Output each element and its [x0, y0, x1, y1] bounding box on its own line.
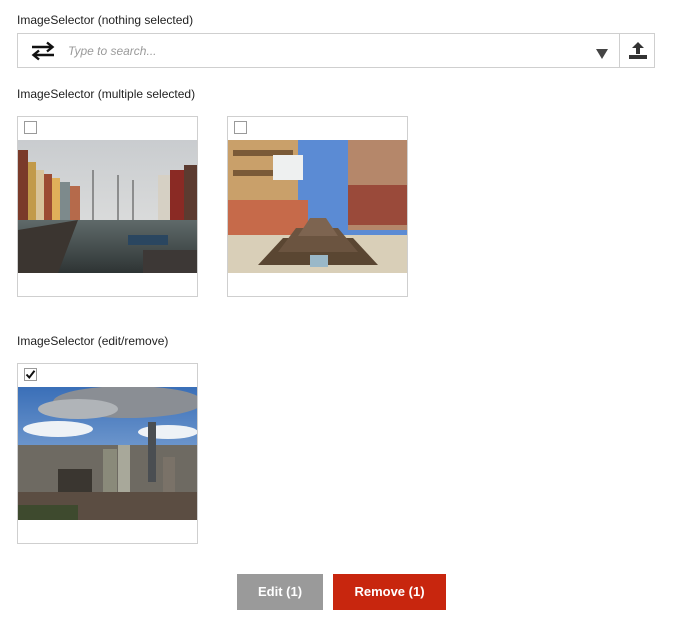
image-card-selected[interactable] [17, 363, 198, 544]
image-checkbox[interactable] [234, 121, 247, 134]
remove-button[interactable]: Remove (1) [333, 574, 446, 610]
edit-button[interactable]: Edit (1) [237, 574, 323, 610]
swap-arrows-icon[interactable] [30, 41, 56, 61]
city-skyline-photo [18, 387, 197, 520]
search-input[interactable] [68, 34, 588, 67]
image-checkbox[interactable] [24, 121, 37, 134]
image-card[interactable] [227, 116, 408, 297]
checkmark-icon [25, 370, 36, 380]
image-selector-combobox[interactable] [17, 33, 655, 68]
upload-button[interactable] [619, 33, 655, 68]
upload-icon [629, 42, 647, 59]
image-card[interactable] [17, 116, 198, 297]
image-checkbox-checked[interactable] [24, 368, 37, 381]
section-title-edit-remove: ImageSelector (edit/remove) [17, 334, 169, 348]
canal-harbor-photo [18, 140, 197, 273]
section-title-nothing-selected: ImageSelector (nothing selected) [17, 13, 194, 27]
stair-fountain-plaza-photo [228, 140, 407, 273]
triangle-down-icon[interactable] [596, 46, 608, 59]
section-title-multiple-selected: ImageSelector (multiple selected) [17, 87, 196, 101]
